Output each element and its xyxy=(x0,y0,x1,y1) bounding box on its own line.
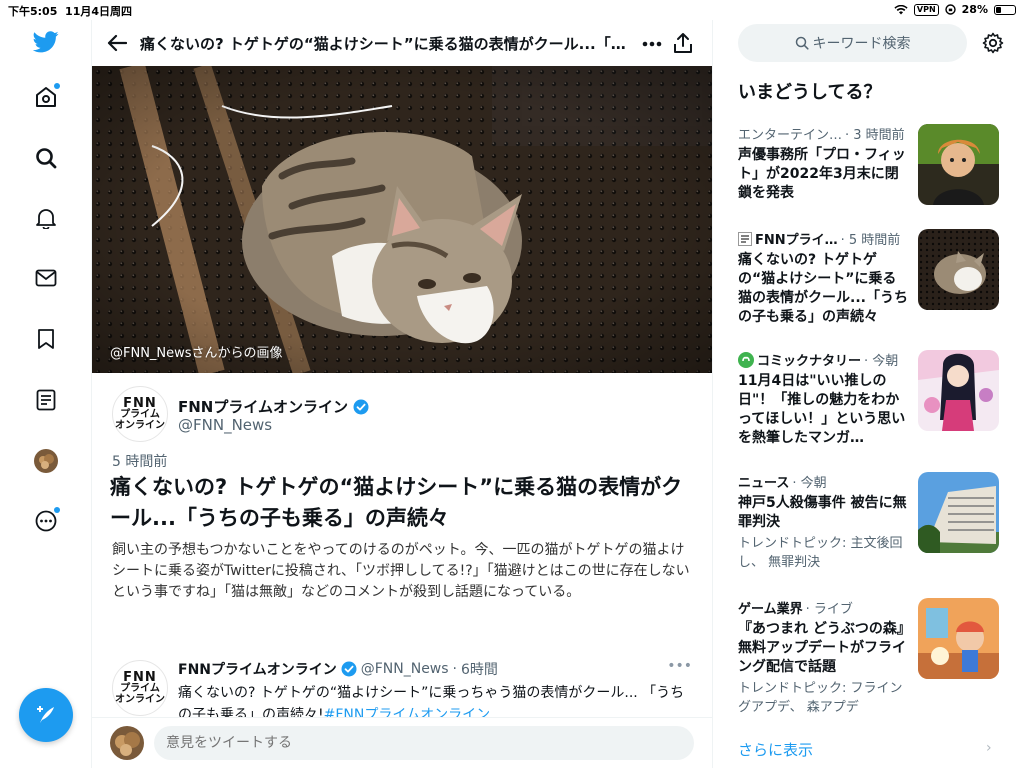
top-bar: 痛くないの? トゲトゲの“猫よけシート”に乗る猫の表情がクール...「… xyxy=(92,20,712,66)
search-placeholder: キーワード検索 xyxy=(812,36,911,52)
trend-source: ニュース xyxy=(738,476,790,491)
profile-avatar[interactable] xyxy=(26,441,66,481)
trend-time: · 3 時間前 xyxy=(845,128,905,143)
image-credit: @FNN_Newsさんからの画像 xyxy=(110,346,283,361)
feather-plus-icon xyxy=(37,706,54,723)
notification-dot xyxy=(54,507,60,513)
more-options-icon[interactable] xyxy=(26,501,66,541)
notification-dot xyxy=(54,83,60,89)
trend-source: エンターテイン… xyxy=(738,128,843,143)
article-hero-image[interactable]: @FNN_Newsさんからの画像 xyxy=(92,66,712,373)
tweet-more-icon[interactable]: ••• xyxy=(667,658,692,674)
status-time-date: 下午5:05 11月4日周四 xyxy=(8,3,132,19)
fnn-source-icon xyxy=(738,231,752,246)
page-title: 痛くないの? トゲトゲの“猫よけシート”に乗る猫の表情がクール...「… xyxy=(140,35,626,53)
trend-item[interactable]: コミックナタリー · 今朝 11月4日は"いい推しの日"！「推しの魅力をわかってほ… xyxy=(738,350,1008,448)
trend-thumbnail xyxy=(918,229,999,310)
more-horizontal-icon[interactable] xyxy=(640,32,664,56)
rotation-lock-icon xyxy=(944,4,956,15)
right-sidebar: キーワード検索 いまどうしてる？ エンターテイン… · 3 時間前 声優事務所「プ… xyxy=(713,20,1024,768)
search-box[interactable]: キーワード検索 xyxy=(738,24,967,62)
battery-fill xyxy=(996,6,1002,13)
logo-line-1: FNN xyxy=(123,395,157,411)
verified-badge-icon xyxy=(353,399,369,414)
search-icon xyxy=(795,36,809,50)
status-time: 下午5:05 xyxy=(8,5,58,18)
logo-line-3: オンライン xyxy=(115,693,165,705)
article-description: 飼い主の予想もつかないことをやってのけるのがペット。今、一匹の猫がトゲトゲの猫よ… xyxy=(112,542,690,600)
tweet-time[interactable]: 6時間 xyxy=(461,659,498,679)
trend-title: 痛くないの? トゲトゲの“猫よけシート”に乗る猫の表情がクール...「うちの子も… xyxy=(738,252,908,325)
fnn-logo-avatar[interactable]: FNN プライム オンライン xyxy=(112,386,168,442)
trend-item[interactable]: ニュース · 今朝 神戸5人殺傷事件 被告に無罪判決 トレンドトピック: 主文後回… xyxy=(738,472,1008,572)
mail-icon[interactable] xyxy=(26,258,66,298)
bookmark-icon[interactable] xyxy=(26,319,66,359)
battery-icon xyxy=(994,4,1016,15)
chevron-right-icon[interactable]: › xyxy=(986,740,992,756)
back-arrow-icon[interactable] xyxy=(104,30,130,56)
home-icon[interactable] xyxy=(26,77,66,117)
author-name-row[interactable]: FNNプライムオンライン xyxy=(178,396,369,417)
trend-source: ゲーム業界 xyxy=(738,602,803,617)
status-bar: 下午5:05 11月4日周四 VPN 28% xyxy=(0,0,1024,20)
trend-thumbnail xyxy=(918,350,999,431)
trend-time: · 5 時間前 xyxy=(840,233,901,248)
fnn-logo-avatar[interactable]: FNN プライム オンライン xyxy=(112,660,168,716)
author-handle[interactable]: @FNN_News xyxy=(178,416,272,434)
trend-thumbnail xyxy=(918,124,999,205)
bell-icon[interactable] xyxy=(26,198,66,238)
gear-icon[interactable] xyxy=(981,31,1005,55)
comic-natalie-icon xyxy=(738,351,754,368)
wifi-icon xyxy=(894,4,908,14)
twitter-logo-icon[interactable] xyxy=(26,22,66,62)
left-nav xyxy=(0,20,92,768)
trend-item[interactable]: エンターテイン… · 3 時間前 声優事務所「プロ・フィット」が2022年3月末に… xyxy=(738,124,1008,205)
verified-badge-icon xyxy=(341,661,357,677)
trend-item[interactable]: FNNプライ… · 5 時間前 痛くないの? トゲトゲの“猫よけシート”に乗る猫の… xyxy=(738,229,1008,327)
article-author[interactable]: FNN プライム オンライン FNNプライムオンライン @FNN_News xyxy=(112,386,692,442)
compose-tweet-button[interactable] xyxy=(19,688,73,742)
reply-bar xyxy=(92,717,712,768)
vpn-badge: VPN xyxy=(913,3,939,16)
tweet-header: FNNプライムオンライン @FNN_News · 6時間 xyxy=(178,659,498,679)
status-date: 11月4日周四 xyxy=(65,5,133,18)
trend-item[interactable]: ゲーム業界 · ライブ 『あつまれ どうぶつの森』無料アップデートがフライング配信… xyxy=(738,598,1008,717)
trend-thumbnail xyxy=(918,598,999,679)
tweet-author-name[interactable]: FNNプライムオンライン xyxy=(178,659,337,679)
trend-time: · 今朝 xyxy=(792,476,827,491)
trend-thumbnail xyxy=(918,472,999,553)
cat-on-spike-mat-image xyxy=(92,66,712,373)
user-avatar[interactable] xyxy=(110,726,144,760)
status-right: VPN 28% xyxy=(894,3,1016,16)
search-icon[interactable] xyxy=(26,138,66,178)
trend-source: FNNプライ… xyxy=(755,233,838,248)
trend-title: 11月4日は"いい推しの日"！「推しの魅力をわかってほしい！」という思いを熱筆し… xyxy=(738,373,906,446)
logo-line-2: プライム xyxy=(120,682,160,694)
trend-subtitle: トレンドトピック: フライングアプデ、 森アプデ xyxy=(738,681,903,715)
tweet-separator: · xyxy=(452,661,457,677)
article-headline[interactable]: 痛くないの? トゲトゲの“猫よけシート”に乗る猫の表情がクール...「うちの子も… xyxy=(110,472,695,534)
main-column: 痛くないの? トゲトゲの“猫よけシート”に乗る猫の表情がクール...「… @FN… xyxy=(92,20,713,768)
logo-line-1: FNN xyxy=(123,669,157,685)
lists-icon[interactable] xyxy=(26,380,66,420)
logo-line-2: プライム xyxy=(120,408,160,420)
battery-percent: 28% xyxy=(961,3,988,16)
share-icon[interactable] xyxy=(671,31,695,55)
trend-source: コミックナタリー xyxy=(757,354,862,369)
trend-title: 神戸5人殺傷事件 被告に無罪判決 xyxy=(738,495,907,530)
tweet-handle[interactable]: @FNN_News xyxy=(361,661,449,677)
article-time: 5 時間前 xyxy=(112,454,168,470)
show-more-link[interactable]: さらに表示 xyxy=(738,739,813,760)
trends-heading: いまどうしてる？ xyxy=(738,82,882,103)
trend-time: · ライブ xyxy=(805,602,853,617)
related-tweet[interactable]: FNN プライム オンライン FNNプライムオンライン @FNN_News · … xyxy=(112,656,692,723)
trend-title: 『あつまれ どうぶつの森』無料アップデートがフライング配信で話題 xyxy=(738,621,906,675)
trend-time: · 今朝 xyxy=(864,354,899,369)
trend-subtitle: トレンドトピック: 主文後回し、 無罪判決 xyxy=(738,536,903,570)
reply-input[interactable] xyxy=(154,726,694,760)
logo-line-3: オンライン xyxy=(115,419,165,431)
trend-title: 声優事務所「プロ・フィット」が2022年3月末に閉鎖を発表 xyxy=(738,147,906,201)
author-name[interactable]: FNNプライムオンライン xyxy=(178,396,348,417)
